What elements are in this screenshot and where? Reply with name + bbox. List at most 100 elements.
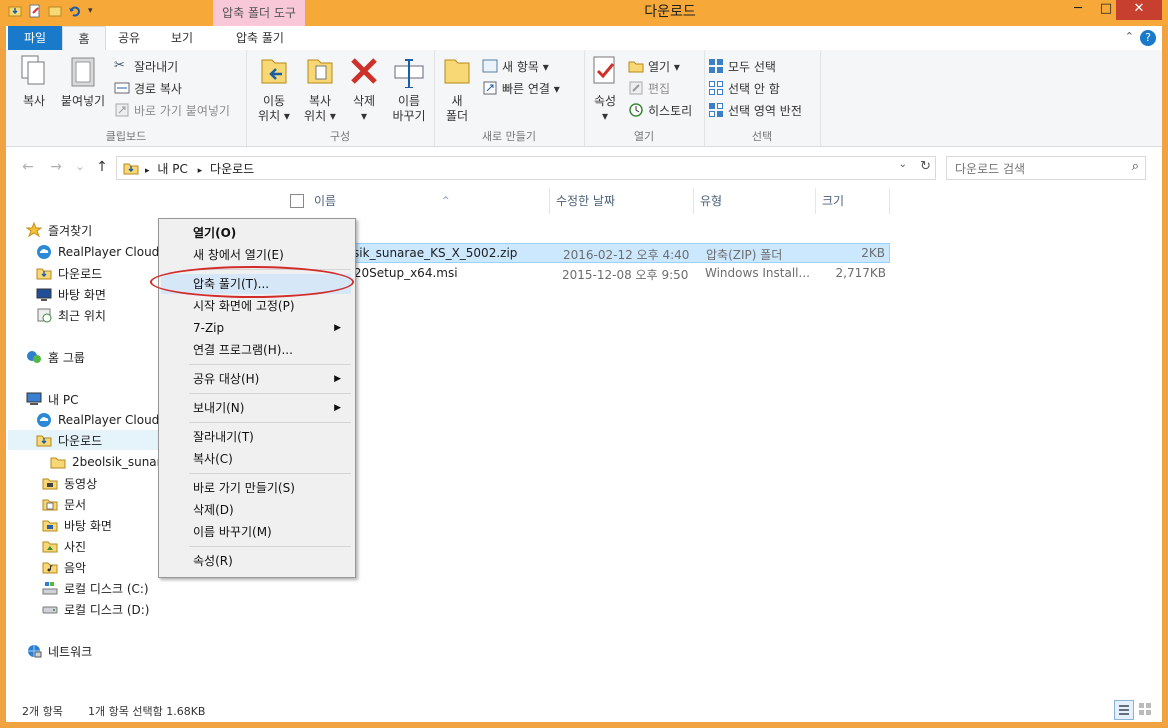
menu-separator bbox=[189, 473, 351, 474]
cut-button[interactable]: ✂ 잘라내기 bbox=[114, 56, 178, 76]
refresh-button[interactable]: ↻ bbox=[920, 159, 931, 174]
nav-favorites[interactable]: 즐겨찾기 bbox=[26, 220, 92, 240]
column-header-date[interactable]: 수정한 날짜 bbox=[550, 188, 694, 214]
invert-selection-button[interactable]: 선택 영역 반전 bbox=[708, 100, 802, 120]
help-button[interactable]: ? bbox=[1140, 30, 1156, 46]
undo-icon[interactable] bbox=[68, 4, 82, 18]
nav-videos[interactable]: 동영상 bbox=[42, 473, 97, 493]
move-to-button[interactable]: 이동 위치 ▾ bbox=[252, 54, 296, 124]
large-icons-view-icon bbox=[1139, 703, 1151, 715]
nav-realplayer-cloud-pc[interactable]: RealPlayer Cloud bbox=[36, 410, 159, 430]
edit-button[interactable]: 편집 bbox=[628, 78, 670, 98]
history-button[interactable]: 히스토리 bbox=[628, 100, 692, 120]
customize-qat-icon[interactable]: ▾ bbox=[88, 6, 93, 16]
table-row[interactable]: s820Setup_x64.msi 2015-12-08 오후 9:50 Win… bbox=[294, 264, 890, 284]
menu-separator bbox=[189, 546, 351, 547]
search-input[interactable] bbox=[953, 159, 1117, 179]
ribbon-collapse-icon[interactable]: ⌃ bbox=[1125, 30, 1134, 43]
nav-downloads-fav[interactable]: 다운로드 bbox=[36, 263, 102, 283]
nav-drive-d[interactable]: 로컬 디스크 (D:) bbox=[42, 599, 149, 619]
nav-documents[interactable]: 문서 bbox=[42, 494, 86, 514]
breadcrumb-separator[interactable]: ▸ bbox=[198, 166, 203, 176]
select-all-button[interactable]: 모두 선택 bbox=[708, 56, 776, 76]
nav-network[interactable]: 네트워크 bbox=[26, 641, 92, 661]
nav-drive-c[interactable]: 로컬 디스크 (C:) bbox=[42, 578, 149, 598]
select-none-button[interactable]: 선택 안 함 bbox=[708, 78, 780, 98]
tab-file[interactable]: 파일 bbox=[8, 26, 62, 50]
address-bar[interactable]: ▸ 내 PC ▸ 다운로드 ⌄ ↻ bbox=[116, 156, 936, 180]
cloud-icon bbox=[37, 413, 51, 427]
copy-to-button[interactable]: 복사 위치 ▾ bbox=[298, 54, 342, 124]
menu-item-7zip[interactable]: 7-Zip ▶ bbox=[161, 318, 351, 338]
copy-button[interactable]: 복사 bbox=[14, 54, 54, 109]
folder-down-icon[interactable] bbox=[8, 4, 22, 18]
menu-item-pin-start[interactable]: 시작 화면에 고정(P) bbox=[161, 296, 351, 316]
menu-item-rename[interactable]: 이름 바꾸기(M) bbox=[161, 522, 351, 542]
menu-item-properties[interactable]: 속성(R) bbox=[161, 551, 351, 571]
paste-icon bbox=[71, 57, 95, 87]
breadcrumb-pc[interactable]: 내 PC bbox=[157, 162, 187, 176]
back-button[interactable]: ← bbox=[18, 157, 38, 177]
menu-item-open-with[interactable]: 연결 프로그램(H)... bbox=[161, 340, 351, 360]
tab-view[interactable]: 보기 bbox=[156, 26, 208, 50]
nav-desktop-pc[interactable]: 바탕 화면 bbox=[42, 515, 112, 535]
recent-locations-button[interactable]: ⌄ bbox=[70, 157, 90, 177]
minimize-button[interactable]: ─ bbox=[1064, 0, 1092, 20]
nav-homegroup[interactable]: 홈 그룹 bbox=[26, 347, 85, 367]
column-header-name[interactable]: 이름 ^ bbox=[308, 188, 550, 214]
menu-separator bbox=[189, 364, 351, 365]
tab-extract[interactable]: 압축 풀기 bbox=[214, 26, 306, 50]
column-header-size[interactable]: 크기 bbox=[816, 188, 890, 214]
address-dropdown-button[interactable]: ⌄ bbox=[899, 159, 907, 170]
properties-button[interactable]: 속성 ▾ bbox=[588, 54, 622, 124]
tab-home[interactable]: 홈 bbox=[62, 26, 106, 51]
menu-item-open[interactable]: 열기(O) bbox=[161, 223, 351, 243]
new-folder-button[interactable]: 새 폴더 bbox=[440, 54, 474, 124]
large-icons-view-button[interactable] bbox=[1136, 700, 1154, 718]
new-folder-icon[interactable] bbox=[48, 4, 62, 18]
menu-separator bbox=[189, 422, 351, 423]
select-all-checkbox[interactable] bbox=[290, 194, 304, 208]
menu-item-cut[interactable]: 잘라내기(T) bbox=[161, 427, 351, 447]
copy-path-button[interactable]: 경로 복사 bbox=[114, 78, 182, 98]
nav-desktop-fav[interactable]: 바탕 화면 bbox=[36, 284, 106, 304]
move-to-icon bbox=[261, 59, 287, 84]
delete-button[interactable]: 삭제 ▾ bbox=[344, 54, 384, 124]
new-item-button[interactable]: 새 항목 ▾ bbox=[482, 56, 549, 76]
column-header-type[interactable]: 유형 bbox=[694, 188, 816, 214]
menu-item-copy[interactable]: 복사(C) bbox=[161, 449, 351, 469]
rename-icon bbox=[394, 59, 424, 89]
open-button[interactable]: 열기 ▾ bbox=[628, 56, 680, 76]
nav-recent-places[interactable]: 최근 위치 bbox=[36, 305, 106, 325]
properties-icon[interactable] bbox=[28, 4, 42, 18]
search-icon[interactable]: ⌕ bbox=[1132, 159, 1139, 174]
breadcrumb-separator[interactable]: ▸ bbox=[145, 166, 150, 176]
item-count: 2개 항목 bbox=[22, 705, 63, 718]
edit-icon bbox=[629, 81, 643, 95]
menu-item-create-shortcut[interactable]: 바로 가기 만들기(S) bbox=[161, 478, 351, 498]
star-icon bbox=[26, 222, 42, 238]
nav-subfolder[interactable]: 2beolsik_sunara bbox=[50, 452, 169, 472]
easy-access-button[interactable]: 빠른 연결 ▾ bbox=[482, 78, 560, 98]
nav-realplayer-cloud[interactable]: RealPlayer Cloud bbox=[36, 242, 159, 262]
menu-item-delete[interactable]: 삭제(D) bbox=[161, 500, 351, 520]
breadcrumb-downloads[interactable]: 다운로드 bbox=[210, 162, 254, 176]
nav-this-pc[interactable]: 내 PC bbox=[26, 389, 78, 409]
paste-button[interactable]: 붙여넣기 bbox=[56, 54, 110, 109]
red-circle-annotation bbox=[150, 266, 354, 298]
close-button[interactable]: ✕ bbox=[1116, 0, 1162, 20]
menu-item-share-with[interactable]: 공유 대상(H) ▶ bbox=[161, 369, 351, 389]
copy-to-icon bbox=[307, 59, 333, 84]
details-view-button[interactable] bbox=[1114, 700, 1134, 720]
properties-check-icon bbox=[593, 56, 615, 84]
table-row[interactable]: eolsik_sunarae_KS_X_5002.zip 2016-02-12 … bbox=[294, 243, 890, 263]
up-button[interactable]: ↑ bbox=[92, 157, 112, 177]
tab-share[interactable]: 공유 bbox=[106, 26, 152, 50]
nav-music[interactable]: 음악 bbox=[42, 557, 86, 577]
paste-shortcut-button[interactable]: 바로 가기 붙여넣기 bbox=[114, 100, 230, 120]
nav-pictures[interactable]: 사진 bbox=[42, 536, 86, 556]
rename-button[interactable]: 이름 바꾸기 bbox=[386, 54, 432, 124]
menu-item-send-to[interactable]: 보내기(N) ▶ bbox=[161, 398, 351, 418]
forward-button[interactable]: → bbox=[46, 157, 66, 177]
menu-item-open-new-window[interactable]: 새 창에서 열기(E) bbox=[161, 245, 351, 265]
